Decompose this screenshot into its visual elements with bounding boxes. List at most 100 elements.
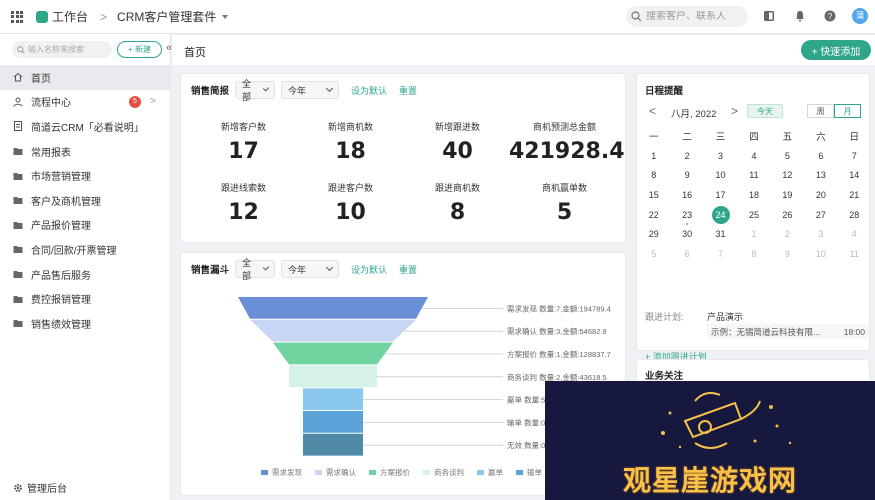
calendar-day[interactable]: 25: [737, 210, 770, 220]
stat-followup-customers[interactable]: 跟进客户数 10: [295, 181, 406, 225]
calendar-day[interactable]: 8: [737, 249, 770, 259]
legend-item[interactable]: 赢单: [477, 467, 503, 478]
sidebar-item-quotes[interactable]: 产品报价管理: [0, 213, 171, 238]
calendar-day[interactable]: 11: [838, 249, 871, 259]
stat-new-opportunities[interactable]: 新增商机数 18: [295, 120, 406, 164]
sidebar-search-input[interactable]: [28, 45, 110, 54]
avatar[interactable]: 蒲: [852, 8, 868, 24]
prev-month-icon[interactable]: <: [649, 104, 656, 118]
calendar-day[interactable]: 1: [637, 151, 670, 161]
quick-add-button[interactable]: + 快速添加: [801, 40, 871, 60]
panel-icon[interactable]: [763, 10, 775, 22]
stat-new-followups[interactable]: 新增跟进数 40: [402, 120, 513, 164]
funnel-stage[interactable]: [273, 342, 393, 365]
calendar-day[interactable]: 2: [670, 151, 703, 161]
funnel-reset-link[interactable]: 重置: [399, 263, 417, 276]
calendar-day[interactable]: 3: [704, 151, 737, 161]
calendar-day[interactable]: 9: [670, 170, 703, 180]
legend-item[interactable]: 输单: [516, 467, 542, 478]
global-search[interactable]: [626, 6, 748, 27]
new-button[interactable]: + 新建: [117, 41, 162, 58]
stat-new-customers[interactable]: 新增客户数 17: [188, 120, 299, 164]
calendar-day[interactable]: 20: [804, 190, 837, 200]
legend-item[interactable]: 商务谈判: [423, 467, 464, 478]
stat-followup-opportunities[interactable]: 跟进商机数 8: [402, 181, 513, 225]
sidebar-item-after-sales[interactable]: 产品售后服务: [0, 262, 171, 287]
sidebar-item-contracts[interactable]: 合同/回款/开票管理: [0, 237, 171, 262]
calendar-day[interactable]: 11: [737, 170, 770, 180]
calendar-day[interactable]: 5: [771, 151, 804, 161]
calendar-day[interactable]: 2: [771, 229, 804, 239]
sidebar-item-expenses[interactable]: 费控报销管理: [0, 286, 171, 311]
sidebar-item-marketing[interactable]: 市场营销管理: [0, 163, 171, 188]
legend-item[interactable]: 方案报价: [369, 467, 410, 478]
app-grid-icon[interactable]: [11, 10, 23, 23]
app-title[interactable]: CRM客户管理套件: [117, 8, 216, 25]
calendar-day[interactable]: 8: [637, 170, 670, 180]
calendar-day[interactable]: 13: [804, 170, 837, 180]
calendar-day[interactable]: 23: [670, 210, 703, 225]
sidebar-item-crm-guide[interactable]: 简道云CRM「必看说明」: [0, 114, 171, 139]
calendar-day[interactable]: 19: [771, 190, 804, 200]
stat-forecast-amount[interactable]: 商机预测总金额 421928.4: [509, 120, 625, 164]
calendar-day[interactable]: 6: [804, 151, 837, 161]
calendar-day[interactable]: 26: [771, 210, 804, 220]
scope-select[interactable]: 全部: [235, 79, 276, 102]
funnel-stage[interactable]: [303, 433, 363, 456]
funnel-stage[interactable]: [250, 319, 416, 342]
next-month-icon[interactable]: >: [731, 104, 738, 118]
calendar-day[interactable]: 18: [737, 190, 770, 200]
funnel-period-select[interactable]: 今年: [281, 260, 340, 278]
calendar-day[interactable]: 1: [737, 229, 770, 239]
period-select[interactable]: 今年: [281, 81, 340, 99]
funnel-stage[interactable]: [303, 388, 363, 410]
sidebar-search[interactable]: [12, 41, 112, 58]
calendar-day[interactable]: 30: [670, 229, 703, 239]
today-button[interactable]: 今天: [747, 104, 783, 118]
reset-link[interactable]: 重置: [399, 84, 417, 97]
week-view-button[interactable]: 周: [807, 104, 834, 118]
calendar-day[interactable]: 14: [838, 170, 871, 180]
legend-item[interactable]: 需求确认: [315, 467, 356, 478]
sidebar-item-customers[interactable]: 客户及商机管理: [0, 188, 171, 213]
funnel-stage[interactable]: [289, 365, 377, 388]
calendar-day[interactable]: 7: [838, 151, 871, 161]
funnel-stage[interactable]: [238, 297, 428, 319]
calendar-day[interactable]: 3: [804, 229, 837, 239]
calendar-day[interactable]: 4: [838, 229, 871, 239]
sidebar-item-performance[interactable]: 销售绩效管理: [0, 311, 171, 336]
bell-icon[interactable]: [794, 10, 806, 22]
calendar-day[interactable]: 10: [704, 170, 737, 180]
help-icon[interactable]: ?: [824, 10, 836, 22]
calendar-day[interactable]: 31: [704, 229, 737, 239]
sidebar-item-reports[interactable]: 常用报表: [0, 139, 171, 164]
calendar-day[interactable]: 21: [838, 190, 871, 200]
calendar-day[interactable]: 10: [804, 249, 837, 259]
calendar-day[interactable]: 7: [704, 249, 737, 259]
calendar-day[interactable]: 9: [771, 249, 804, 259]
set-default-link[interactable]: 设为默认: [351, 84, 387, 97]
funnel-scope-select[interactable]: 全部: [235, 258, 276, 281]
plan-entry[interactable]: 示例：无锡简道云科技有限... 18:00: [707, 324, 869, 339]
calendar-day[interactable]: 28: [838, 210, 871, 220]
calendar-day[interactable]: 17: [704, 190, 737, 200]
calendar-day[interactable]: 22: [637, 210, 670, 220]
calendar-day[interactable]: 15: [637, 190, 670, 200]
calendar-day[interactable]: 16: [670, 190, 703, 200]
calendar-day[interactable]: 24: [704, 205, 737, 224]
stat-won-deals[interactable]: 商机赢单数 5: [509, 181, 620, 225]
calendar-day[interactable]: 5: [637, 249, 670, 259]
calendar-day[interactable]: 12: [771, 170, 804, 180]
sidebar-item-flow-center[interactable]: 流程中心 5 >: [0, 90, 171, 115]
calendar-day[interactable]: 27: [804, 210, 837, 220]
calendar-day[interactable]: 29: [637, 229, 670, 239]
calendar-day[interactable]: 6: [670, 249, 703, 259]
admin-link[interactable]: 管理后台: [13, 480, 67, 495]
search-input[interactable]: [646, 11, 746, 22]
legend-item[interactable]: 需求发现: [261, 467, 302, 478]
month-view-button[interactable]: 月: [834, 104, 861, 118]
calendar-day[interactable]: 4: [737, 151, 770, 161]
sidebar-item-home[interactable]: 首页: [0, 65, 171, 90]
funnel-stage[interactable]: [303, 411, 363, 433]
workspace-link[interactable]: 工作台: [52, 8, 88, 25]
